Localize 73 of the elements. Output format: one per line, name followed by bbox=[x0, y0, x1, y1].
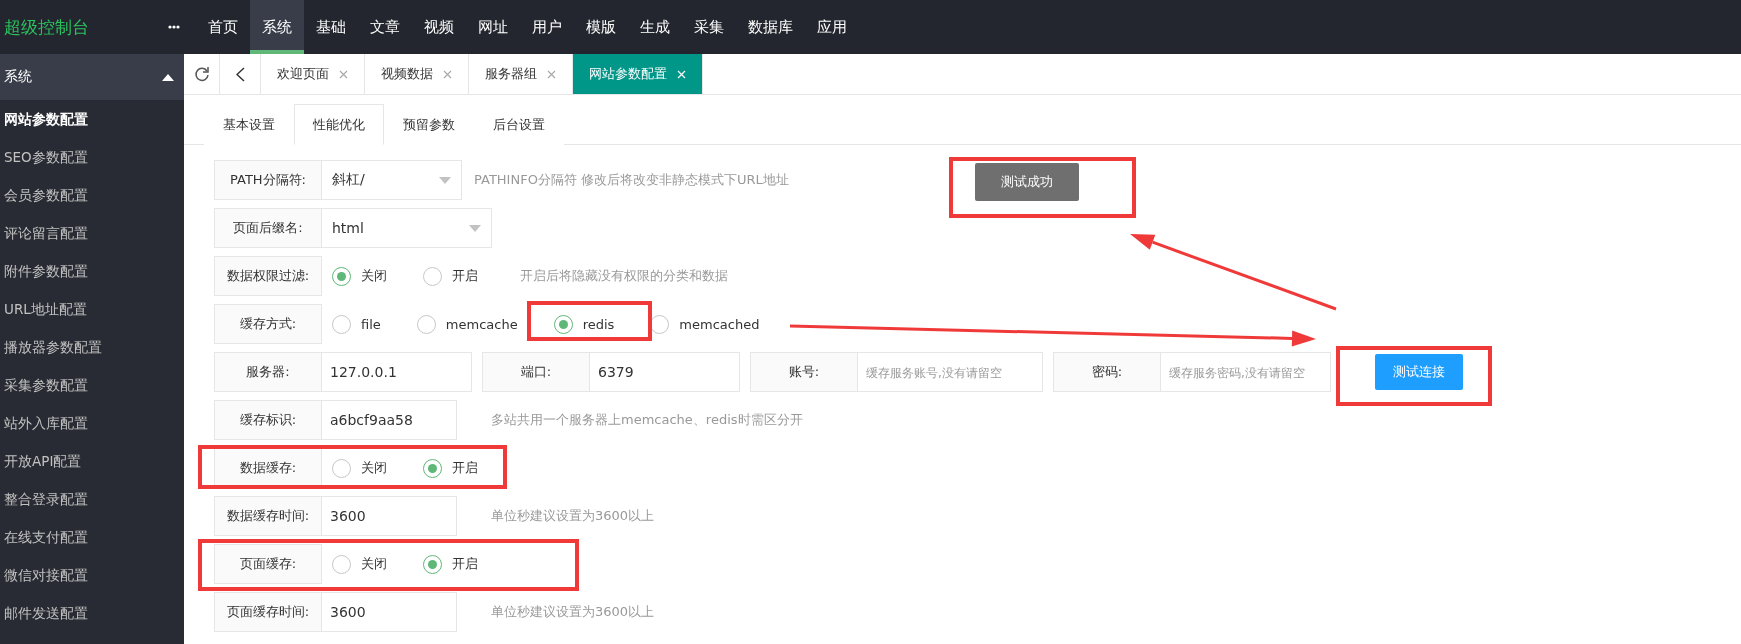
field-label: 服务器: bbox=[214, 352, 322, 392]
nav-item[interactable]: 系统 bbox=[250, 0, 304, 54]
radio-option[interactable]: redis bbox=[553, 314, 615, 334]
sidebar-item[interactable]: URL地址配置 bbox=[0, 290, 184, 328]
radio-option[interactable]: 关闭 bbox=[332, 266, 387, 286]
radio-option[interactable]: 关闭 bbox=[332, 458, 387, 478]
nav-item[interactable]: 采集 bbox=[682, 0, 736, 54]
field-label: 页面缓存时间: bbox=[214, 592, 322, 632]
field-label: 密码: bbox=[1053, 352, 1161, 392]
field-label: 数据权限过滤: bbox=[214, 256, 322, 296]
success-toast: 测试成功 bbox=[975, 163, 1079, 201]
input-field[interactable]: a6bcf9aa58 bbox=[322, 400, 457, 440]
field-label: 页面后缀名: bbox=[214, 208, 322, 248]
radio-option[interactable]: memcache bbox=[416, 314, 518, 334]
nav-item[interactable]: 用户 bbox=[520, 0, 574, 54]
nav-item[interactable]: 首页 bbox=[196, 0, 250, 54]
radio-option[interactable]: 关闭 bbox=[332, 554, 387, 574]
nav-item[interactable]: 基础 bbox=[304, 0, 358, 54]
field-label: PATH分隔符: bbox=[214, 160, 322, 200]
radio-option[interactable]: 开启 bbox=[423, 554, 478, 574]
settings-tab[interactable]: 性能优化 bbox=[294, 104, 384, 145]
sidebar-item[interactable]: 采集参数配置 bbox=[0, 366, 184, 404]
hint-text: 开启后将隐藏没有权限的分类和数据 bbox=[520, 267, 728, 285]
sidebar-item[interactable]: 整合登录配置 bbox=[0, 480, 184, 518]
input-field[interactable]: 6379 bbox=[590, 352, 740, 392]
hint-text: 单位秒建议设置为3600以上 bbox=[491, 603, 655, 621]
sidebar-item[interactable]: 网站参数配置 bbox=[0, 100, 184, 138]
radio-option[interactable]: file bbox=[332, 314, 381, 334]
sidebar-item[interactable]: 微信对接配置 bbox=[0, 556, 184, 594]
select-field[interactable]: html bbox=[322, 208, 492, 248]
field-label: 缓存标识: bbox=[214, 400, 322, 440]
app-logo: 超级控制台 bbox=[3, 15, 90, 39]
close-icon[interactable] bbox=[547, 69, 556, 79]
sidebar-item[interactable]: 播放器参数配置 bbox=[0, 328, 184, 366]
input-field[interactable]: 缓存服务密码,没有请留空 bbox=[1161, 352, 1331, 392]
nav-item[interactable]: 数据库 bbox=[736, 0, 805, 54]
sidebar-item[interactable]: 开放API配置 bbox=[0, 442, 184, 480]
input-field[interactable]: 3600 bbox=[322, 592, 457, 632]
sidebar-header[interactable]: 系统 bbox=[0, 54, 184, 100]
sidebar-item[interactable]: 会员参数配置 bbox=[0, 176, 184, 214]
close-icon[interactable] bbox=[339, 69, 348, 79]
sidebar-item[interactable]: SEO参数配置 bbox=[0, 138, 184, 176]
field-label: 页面缓存: bbox=[214, 544, 322, 584]
hint-text: 单位秒建议设置为3600以上 bbox=[491, 507, 655, 525]
field-label: 数据缓存: bbox=[214, 448, 322, 488]
field-label: 数据缓存时间: bbox=[214, 496, 322, 536]
page-tab[interactable]: 网站参数配置 bbox=[573, 54, 703, 94]
input-field[interactable]: 3600 bbox=[322, 496, 457, 536]
nav-item[interactable]: 应用 bbox=[805, 0, 859, 54]
input-field[interactable]: 127.0.0.1 bbox=[322, 352, 472, 392]
radio-option[interactable]: memcached bbox=[650, 314, 760, 334]
caret-icon bbox=[469, 224, 481, 232]
nav-item[interactable]: 生成 bbox=[628, 0, 682, 54]
sidebar-item[interactable]: 评论留言配置 bbox=[0, 214, 184, 252]
nav-item[interactable]: 网址 bbox=[466, 0, 520, 54]
field-label: 端口: bbox=[482, 352, 590, 392]
hint-text: PATHINFO分隔符 修改后将改变非静态模式下URL地址 bbox=[474, 171, 789, 189]
caret-icon bbox=[439, 176, 451, 184]
sidebar-item[interactable]: 附件参数配置 bbox=[0, 252, 184, 290]
radio-option[interactable]: 开启 bbox=[423, 266, 478, 286]
input-field[interactable]: 缓存服务账号,没有请留空 bbox=[858, 352, 1043, 392]
nav-item[interactable]: 视频 bbox=[412, 0, 466, 54]
sidebar-item[interactable]: 邮件发送配置 bbox=[0, 594, 184, 632]
radio-option[interactable]: 开启 bbox=[423, 458, 478, 478]
select-field[interactable]: 斜杠/ bbox=[322, 160, 462, 200]
field-label: 缓存方式: bbox=[214, 304, 322, 344]
nav-item[interactable]: 文章 bbox=[358, 0, 412, 54]
close-icon[interactable] bbox=[443, 69, 452, 79]
field-label: 账号: bbox=[750, 352, 858, 392]
nav-item[interactable]: 模版 bbox=[574, 0, 628, 54]
sidebar-item[interactable]: 站外入库配置 bbox=[0, 404, 184, 442]
more-icon[interactable] bbox=[168, 25, 180, 29]
sidebar-item[interactable]: 在线支付配置 bbox=[0, 518, 184, 556]
